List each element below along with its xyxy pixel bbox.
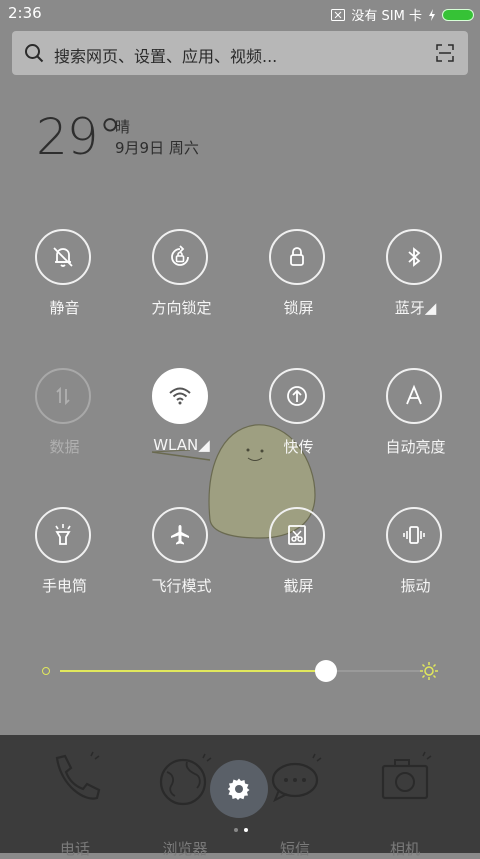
search-bar[interactable]: 搜索网页、设置、应用、视频... xyxy=(12,31,468,75)
scan-icon[interactable] xyxy=(436,44,454,62)
page-dot xyxy=(234,828,238,832)
weather-temperature[interactable]: 29° xyxy=(36,108,123,166)
toggle-label: 截屏 xyxy=(283,577,314,595)
toggle-wlan[interactable]: WLAN◢ xyxy=(123,368,240,468)
toggle-label: 飞行模式 xyxy=(151,577,212,595)
toggle-quick-share[interactable]: 快传 xyxy=(240,368,357,468)
bell-off-icon xyxy=(53,247,73,267)
phone-icon xyxy=(55,751,101,800)
toggle-label: 自动亮度 xyxy=(385,438,446,456)
toggle-label: 锁屏 xyxy=(283,299,314,317)
dock-app-label: 电话 xyxy=(59,840,90,858)
toggle-label: 蓝牙◢ xyxy=(394,299,437,317)
toggle-auto-brightness[interactable]: 自动亮度 xyxy=(357,368,474,468)
toggle-bluetooth[interactable]: 蓝牙◢ xyxy=(357,229,474,329)
toggle-airplane-mode[interactable]: 飞行模式 xyxy=(123,507,240,607)
brightness-slider-fill xyxy=(60,670,327,672)
search-icon xyxy=(25,44,44,63)
toggle-circle[interactable] xyxy=(386,368,442,424)
dock-app-label: 短信 xyxy=(279,840,310,858)
dock-app-phone[interactable]: 电话 xyxy=(20,750,130,858)
weather-date: 9月9日 周六 xyxy=(115,139,199,157)
toggle-circle[interactable] xyxy=(152,368,208,424)
toggle-data[interactable]: 数据 xyxy=(6,368,123,468)
toggle-label: 快传 xyxy=(283,438,314,456)
screenshot-icon xyxy=(288,525,306,545)
toggle-rotation-lock[interactable]: 方向锁定 xyxy=(123,229,240,329)
settings-button[interactable] xyxy=(210,760,268,818)
toggle-circle[interactable] xyxy=(152,229,208,285)
bluetooth-icon xyxy=(408,247,421,267)
dock-app-label: 浏览器 xyxy=(162,840,208,858)
toggle-label: 振动 xyxy=(400,577,431,595)
toggle-label: 手电筒 xyxy=(41,577,87,595)
camera-icon xyxy=(381,751,432,800)
globe-icon xyxy=(159,753,212,806)
toggle-flashlight[interactable]: 手电筒 xyxy=(6,507,123,607)
toggle-label: 方向锁定 xyxy=(151,299,212,317)
toggle-label: 数据 xyxy=(49,438,80,456)
share-upload-icon xyxy=(287,386,307,406)
vibrate-icon xyxy=(403,526,425,544)
page-indicator xyxy=(234,828,248,832)
toggle-circle[interactable] xyxy=(269,229,325,285)
sim-missing-icon xyxy=(331,8,346,21)
toggle-screenshot[interactable]: 截屏 xyxy=(240,507,357,607)
rotation-lock-icon xyxy=(171,245,189,266)
auto-brightness-icon xyxy=(406,384,422,405)
charging-icon xyxy=(429,8,435,21)
toggle-circle[interactable] xyxy=(386,229,442,285)
toggle-mute[interactable]: 静音 xyxy=(6,229,123,329)
flashlight-icon xyxy=(55,524,71,545)
toggle-vibrate[interactable]: 振动 xyxy=(357,507,474,607)
brightness-high-icon xyxy=(420,662,438,680)
wifi-icon xyxy=(169,387,191,405)
toggle-label: WLAN◢ xyxy=(153,436,210,454)
status-bar: 2:36 没有 SIM 卡 xyxy=(0,0,480,28)
toggle-circle[interactable] xyxy=(35,229,91,285)
toggle-circle[interactable] xyxy=(152,507,208,563)
toggle-circle[interactable] xyxy=(386,507,442,563)
toggle-circle[interactable] xyxy=(35,368,91,424)
status-icons: 没有 SIM 卡 xyxy=(331,5,474,24)
toggle-circle[interactable] xyxy=(269,507,325,563)
toggle-lock-screen[interactable]: 锁屏 xyxy=(240,229,357,329)
gear-icon xyxy=(227,778,250,800)
message-icon xyxy=(271,753,322,803)
airplane-icon xyxy=(171,525,189,545)
toggle-label: 静音 xyxy=(49,299,80,317)
toggle-circle[interactable] xyxy=(35,507,91,563)
battery-icon xyxy=(442,8,474,21)
search-input[interactable]: 搜索网页、设置、应用、视频... xyxy=(54,43,277,67)
lock-icon xyxy=(290,247,304,266)
dock-app-camera[interactable]: 相机 xyxy=(350,750,460,858)
weather-condition: 晴 xyxy=(115,118,131,136)
toggle-circle[interactable] xyxy=(269,368,325,424)
sim-status-text: 没有 SIM 卡 xyxy=(351,9,422,24)
status-time: 2:36 xyxy=(8,4,42,22)
page-dot-active xyxy=(244,828,248,832)
data-arrows-icon xyxy=(56,386,70,406)
brightness-slider-thumb[interactable] xyxy=(315,660,338,682)
brightness-low-icon xyxy=(42,667,50,675)
dock-app-label: 相机 xyxy=(389,840,420,858)
